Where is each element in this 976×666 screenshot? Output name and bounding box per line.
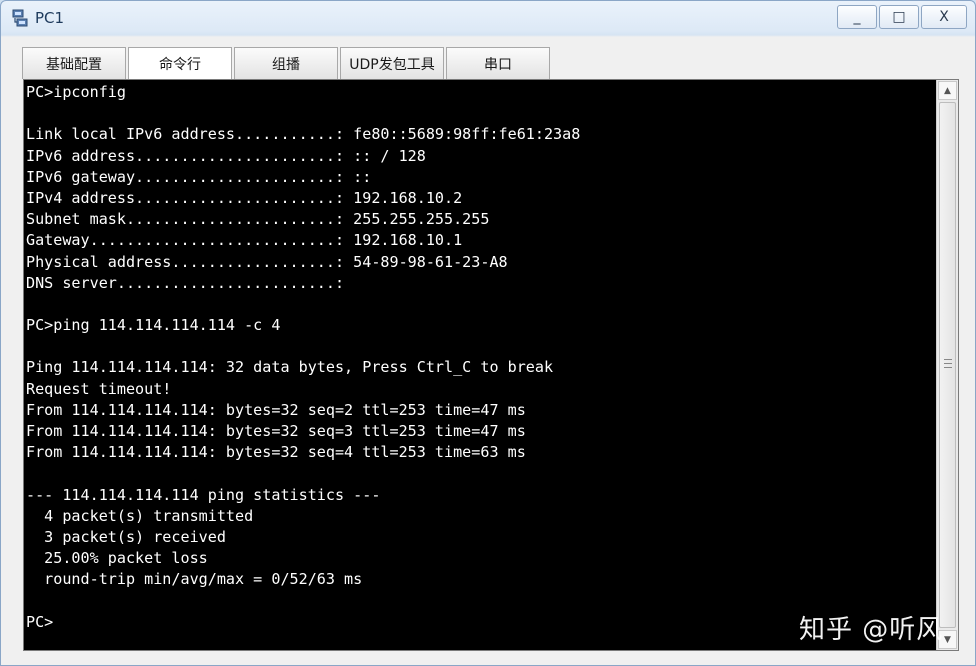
console-line: From 114.114.114.114: bytes=32 seq=4 ttl…: [26, 443, 526, 462]
window-controls: _ □ X: [835, 5, 967, 29]
maximize-button[interactable]: □: [879, 5, 919, 29]
console-line: --- 114.114.114.114 ping statistics ---: [26, 485, 381, 504]
console-line: IPv4 address......................: 192.…: [26, 188, 463, 207]
scrollbar-thumb[interactable]: [939, 102, 956, 628]
console-line: round-trip min/avg/max = 0/52/63 ms: [26, 570, 363, 589]
console-line: DNS server........................:: [26, 273, 345, 292]
console-line: IPv6 address......................: :: /…: [26, 146, 426, 165]
console-line: Subnet mask.......................: 255.…: [26, 210, 490, 229]
tab-bar: 基础配置 命令行 组播 UDP发包工具 串口: [22, 47, 552, 79]
grip-icon: [944, 359, 952, 368]
watermark-text: 知乎 @听风: [799, 615, 944, 645]
scroll-up-icon[interactable]: ▲: [938, 81, 957, 100]
minimize-button[interactable]: _: [837, 5, 877, 29]
tab-serial[interactable]: 串口: [446, 47, 550, 79]
console-output[interactable]: PC>ipconfig Link local IPv6 address......…: [24, 80, 936, 650]
tab-command-line[interactable]: 命令行: [128, 47, 232, 79]
tab-udp-tool[interactable]: UDP发包工具: [340, 47, 444, 79]
console-line: PC>ipconfig: [26, 83, 126, 101]
title-bar[interactable]: PC1 _ □ X: [1, 1, 975, 35]
console-line: Physical address..................: 54-8…: [26, 252, 508, 271]
pc1-window: PC1 _ □ X 基础配置 命令行 组播 UDP发包工具 串口 PC>ipco…: [0, 0, 976, 666]
console-line: PC>ping 114.114.114.114 -c 4: [26, 316, 281, 335]
console-line: From 114.114.114.114: bytes=32 seq=3 ttl…: [26, 422, 526, 440]
console-line: Link local IPv6 address...........: fe80…: [26, 125, 581, 144]
window-content: 基础配置 命令行 组播 UDP发包工具 串口 PC>ipconfig Link l…: [9, 37, 967, 659]
console-line: 25.00% packet loss: [26, 549, 208, 568]
close-button[interactable]: X: [921, 5, 967, 29]
console-line: 3 packet(s) received: [26, 527, 226, 546]
console-line: From 114.114.114.114: bytes=32 seq=2 ttl…: [26, 400, 526, 419]
app-icon: [11, 8, 29, 28]
console-line: Ping 114.114.114.114: 32 data bytes, Pre…: [26, 358, 554, 377]
console-line: 4 packet(s) transmitted: [26, 506, 254, 525]
console-line: IPv6 gateway......................: ::: [26, 167, 372, 186]
console-line: Gateway...........................: 192.…: [26, 231, 463, 250]
window-title: PC1: [35, 9, 65, 27]
tab-multicast[interactable]: 组播: [234, 47, 338, 79]
console-scrollbar[interactable]: ▲ ▼: [936, 80, 958, 650]
console-frame: PC>ipconfig Link local IPv6 address......…: [23, 79, 959, 651]
tab-basic-config[interactable]: 基础配置: [22, 47, 126, 79]
console-line: Request timeout!: [26, 379, 172, 398]
